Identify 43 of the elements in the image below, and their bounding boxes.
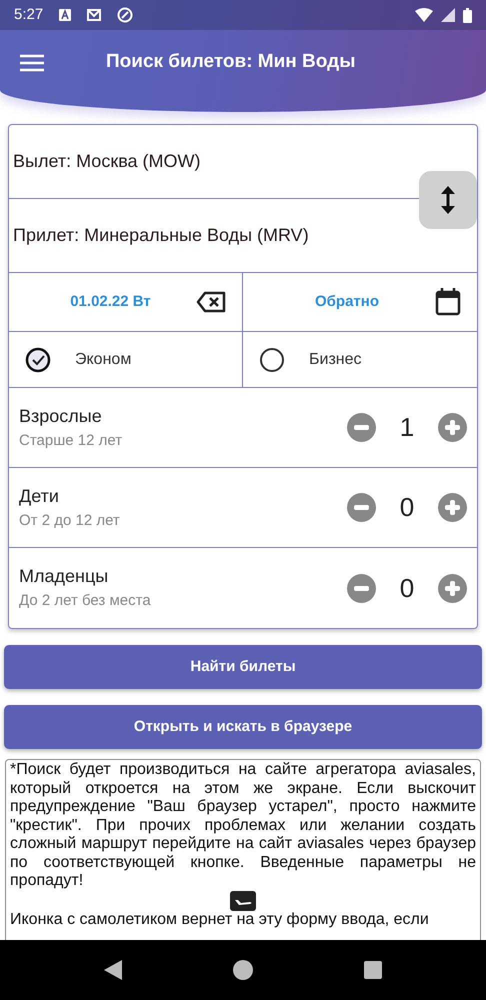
plus-icon[interactable] bbox=[438, 574, 467, 602]
passenger-count: 1 bbox=[398, 411, 416, 444]
class-label: Бизнес bbox=[309, 350, 362, 370]
plus-icon[interactable] bbox=[438, 413, 467, 442]
passenger-type: Взрослые bbox=[19, 404, 103, 428]
home-icon[interactable] bbox=[232, 960, 253, 980]
passenger-count: 0 bbox=[398, 491, 416, 524]
minus-icon[interactable] bbox=[347, 493, 376, 522]
radio-button[interactable] bbox=[259, 346, 285, 372]
swap-button[interactable] bbox=[419, 171, 477, 229]
plus-icon[interactable] bbox=[438, 493, 467, 522]
calendar-icon[interactable] bbox=[435, 288, 461, 316]
passenger-age: До 2 лет без места bbox=[19, 591, 152, 612]
arrival-field[interactable]: Прилет: Минеральные Воды (MRV) bbox=[13, 222, 309, 249]
class-label: Эконом bbox=[75, 350, 132, 370]
info-text: *Поиск будет производиться на сайте агрегатора aviasales, который откроется на этом же экране. Если выскочит предупреждение "Ваш браузер устарел", просто нажмите "крестик". При прочих проблемах или желании создать сложный маршрут перейдите на сайт aviasales через браузер по соответствующей кнопке. Введенные параметры не пропадут! bbox=[10, 761, 476, 890]
departure-field[interactable]: Вылет: Москва (MOW) bbox=[13, 148, 201, 175]
passenger-age: От 2 до 12 лет bbox=[19, 510, 121, 531]
action-button[interactable]: Открыть и искать в браузере bbox=[4, 705, 482, 749]
status-time: 5:27 bbox=[14, 4, 44, 25]
departure-date[interactable]: 01.02.22 Вт bbox=[25, 290, 196, 314]
passenger-age: Старше 12 лет bbox=[19, 430, 124, 451]
action-button[interactable]: Найти билеты bbox=[4, 645, 482, 689]
menu-icon[interactable] bbox=[20, 54, 44, 72]
signal-icon bbox=[441, 8, 455, 22]
minus-icon[interactable] bbox=[347, 574, 376, 602]
passenger-count: 0 bbox=[398, 572, 416, 604]
passenger-type: Дети bbox=[19, 484, 60, 508]
notification-icon bbox=[59, 9, 72, 21]
checked-radio[interactable] bbox=[25, 346, 51, 372]
return-date[interactable]: Обратно bbox=[259, 290, 435, 314]
app-title: Поиск билетов: Мин Воды bbox=[106, 50, 356, 74]
back-icon[interactable] bbox=[104, 960, 122, 980]
wifi-icon bbox=[415, 8, 433, 22]
mail-icon bbox=[87, 9, 102, 21]
up-down-arrow-icon bbox=[440, 185, 456, 215]
passenger-type: Младенцы bbox=[19, 565, 110, 588]
minus-icon[interactable] bbox=[347, 413, 376, 442]
clear-icon[interactable] bbox=[196, 291, 226, 313]
recents-icon[interactable] bbox=[364, 961, 382, 979]
info-text: Иконка с самолетиком вернет на эту форму ввода, если bbox=[10, 910, 430, 929]
plane-icon bbox=[230, 890, 256, 910]
battery-icon bbox=[463, 8, 472, 22]
